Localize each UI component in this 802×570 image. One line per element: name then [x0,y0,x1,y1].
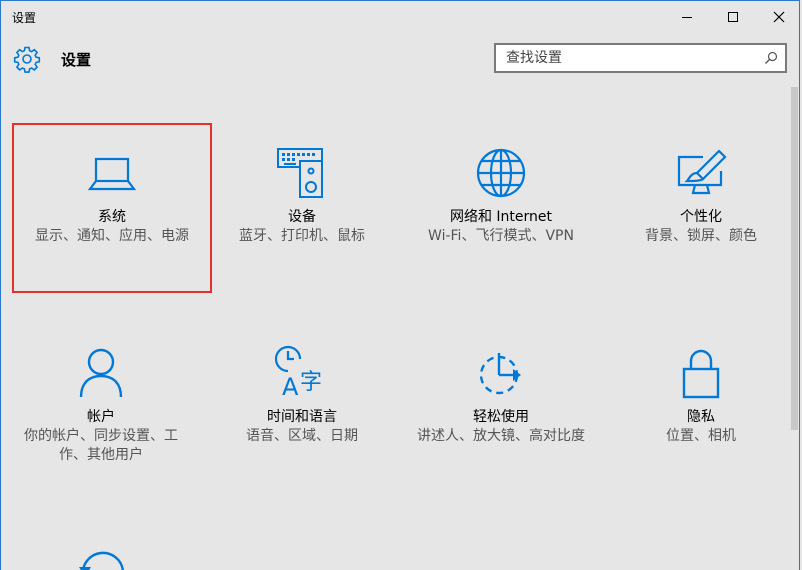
title-bar[interactable]: 设置 [1,1,799,33]
settings-header: 设置 [1,41,799,77]
gear-icon [13,46,41,73]
globe-icon [476,148,526,198]
svg-text:A: A [282,373,299,401]
minimize-button[interactable] [664,1,710,33]
tile-description: 显示、通知、应用、电源 [35,228,189,244]
window-title: 设置 [12,11,37,25]
tile-personalization[interactable]: 个性化 背景、锁屏、颜色 [601,123,799,293]
tile-name: 网络和 Internet [449,209,553,225]
personalization-icon [677,149,727,195]
person-icon [79,348,123,398]
tile-description: Wi-Fi、飞行模式、VPN [428,228,574,244]
close-button[interactable] [756,1,799,33]
search-box[interactable] [494,43,787,73]
maximize-icon [728,12,738,22]
svg-text:字: 字 [300,370,322,395]
tile-name: 隐私 [687,409,715,425]
settings-window: 设置 设置 查找设置 系统 显示、通知、应用、电源 设备 蓝牙、打印机、鼠标 网… [0,0,800,570]
tile-time-language[interactable]: A 字 时间和语言 语音、区域、日期 [202,323,402,493]
search-input[interactable] [496,45,757,71]
tile-name: 帐户 [87,409,115,425]
tile-name: 设备 [288,209,316,225]
tile-description: 蓝牙、打印机、鼠标 [239,228,365,244]
tile-description: 语音、区域、日期 [246,428,358,444]
tile-privacy[interactable]: 隐私 位置、相机 [601,323,799,493]
scrollbar[interactable] [790,87,799,570]
lock-icon [682,349,720,399]
tile-name: 个性化 [680,209,722,225]
tile-network[interactable]: 网络和 Internet Wi-Fi、飞行模式、VPN [401,123,601,293]
tile-description: 位置、相机 [666,428,736,444]
tile-name: 系统 [98,209,126,225]
tile-update-security[interactable] [1,523,201,570]
laptop-icon [87,157,137,191]
tile-accounts[interactable]: 帐户 你的帐户、同步设置、工作、其他用户 [1,323,201,493]
ease-of-access-icon [479,353,521,395]
tile-devices[interactable]: 设备 蓝牙、打印机、鼠标 [202,123,402,293]
tile-system[interactable]: 系统 显示、通知、应用、电源 [12,123,212,293]
scrollbar-thumb[interactable] [791,87,798,430]
tile-name: 时间和语言 [267,409,337,425]
close-icon [773,11,785,23]
maximize-button[interactable] [710,1,756,33]
search-icon[interactable] [757,51,785,65]
devices-icon [277,148,323,198]
time-language-icon: A 字 [274,345,322,401]
tile-description: 背景、锁屏、颜色 [645,228,757,244]
tile-ease-of-access[interactable]: 轻松使用 讲述人、放大镜、高对比度 [401,323,601,493]
tile-description: 你的帐户、同步设置、工作、其他用户 [24,428,178,463]
tile-description: 讲述人、放大镜、高对比度 [417,428,585,444]
tile-name: 轻松使用 [473,409,529,425]
update-icon [79,551,125,570]
page-title: 设置 [61,51,92,69]
minimize-icon [682,17,692,18]
